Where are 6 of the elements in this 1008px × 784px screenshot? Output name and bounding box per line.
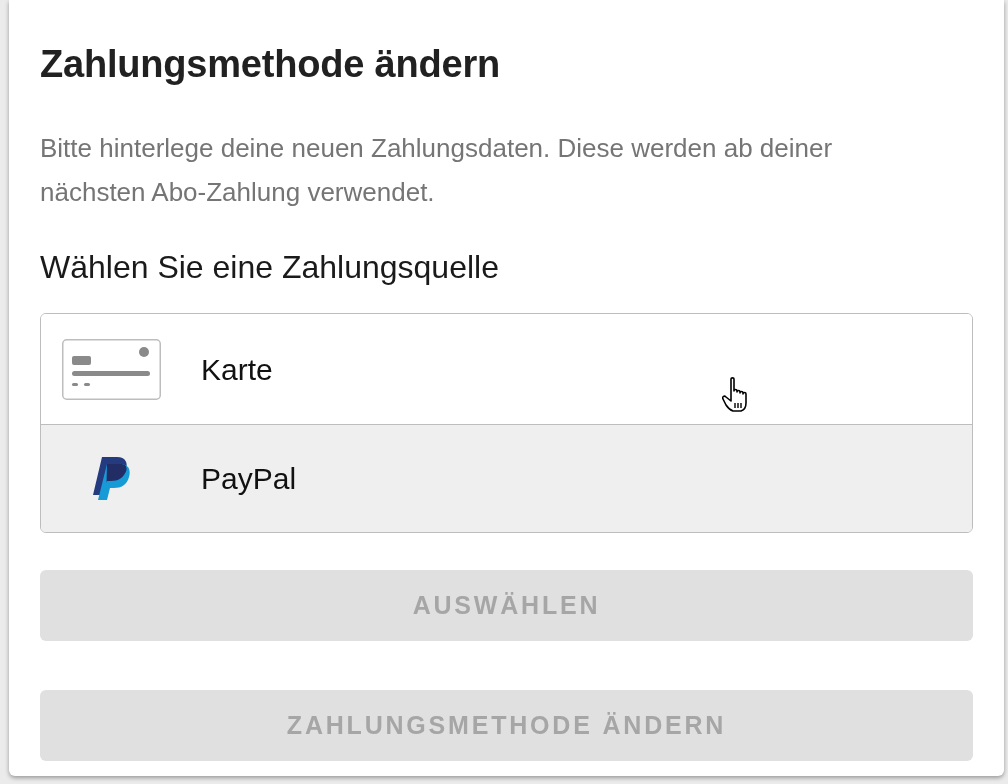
credit-card-icon <box>62 338 161 400</box>
dialog-title: Zahlungsmethode ändern <box>40 42 502 86</box>
paypal-logo-icon <box>93 457 130 500</box>
source-label: Wählen Sie eine Zahlungsquelle <box>40 249 500 285</box>
payment-option[interactable]: PayPal <box>41 424 972 532</box>
description-text: Bitte hinterlege deine neuen Zahlungsdaten. Diese werden ab deiner nächsten Abo-Zahlung verwendet. <box>40 132 834 209</box>
